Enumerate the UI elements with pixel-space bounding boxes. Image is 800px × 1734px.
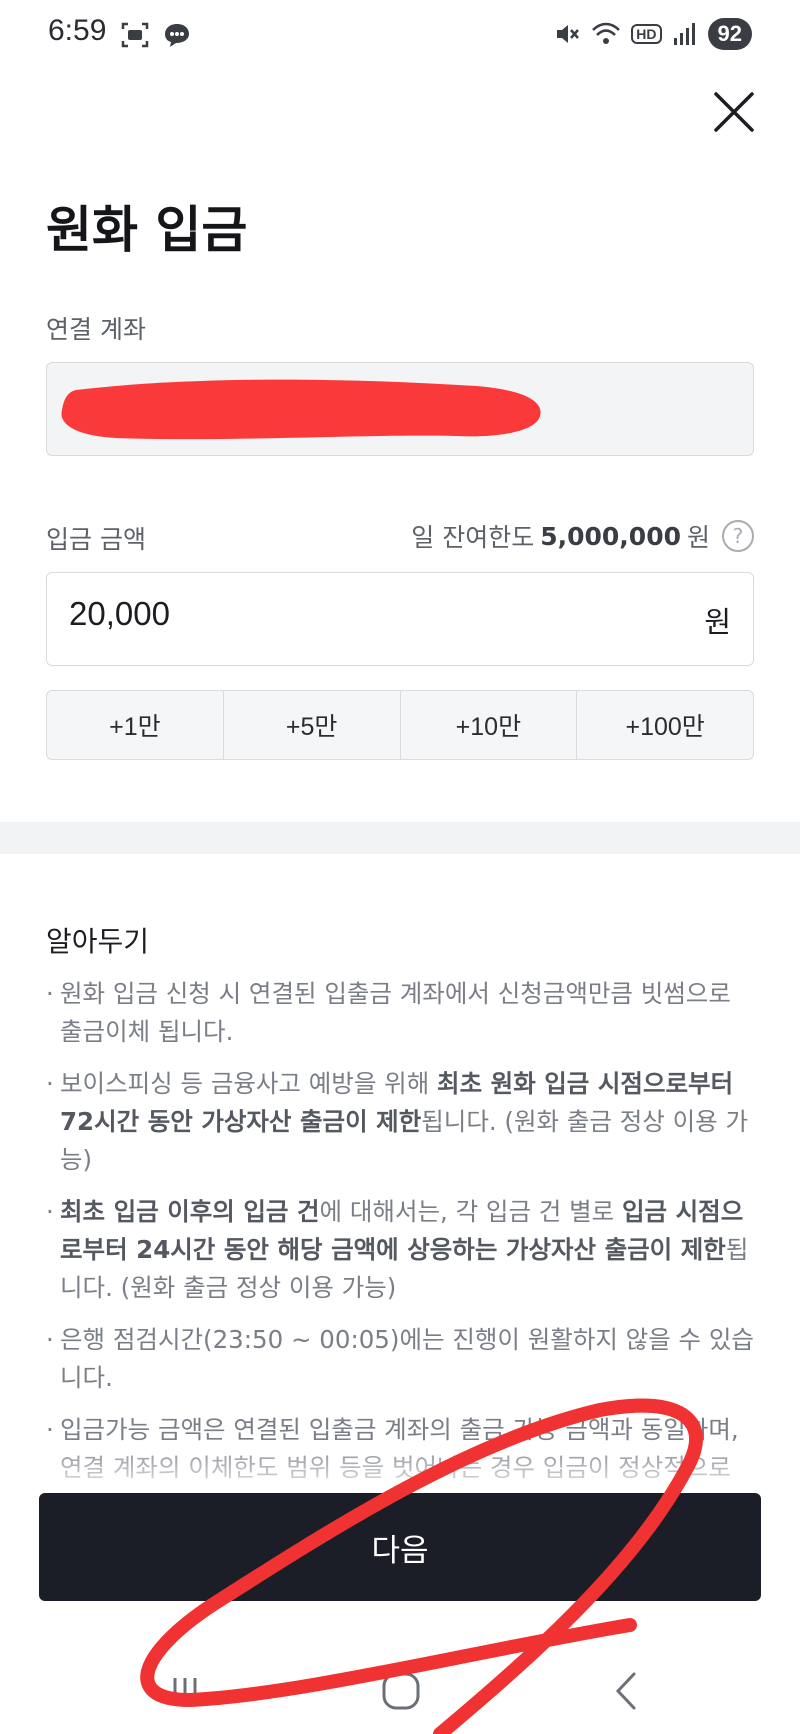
bullet: · xyxy=(46,1197,54,1226)
amount-unit: 원 xyxy=(704,605,731,639)
limit-unit: 원 xyxy=(686,523,710,552)
recent-apps-icon[interactable] xyxy=(165,1668,205,1714)
scroll-fade xyxy=(0,1440,800,1500)
notice-item: · 보이스피싱 등 금융사고 예방을 위해 최초 원화 입금 시점으로부터 72… xyxy=(46,1065,761,1179)
help-icon[interactable]: ? xyxy=(722,520,754,552)
bullet: · xyxy=(46,1325,54,1354)
notice-item: · 원화 입금 신청 시 연결된 입출금 계좌에서 신청금액만큼 빗썸으로 출금… xyxy=(46,975,761,1051)
next-button[interactable]: 다음 xyxy=(39,1493,761,1601)
status-time: 6:59 xyxy=(48,14,107,47)
notice-text: 원화 입금 신청 시 연결된 입출금 계좌에서 신청금액만큼 빗썸으로 출금이체… xyxy=(60,979,731,1046)
page-title: 원화 입금 xyxy=(46,201,248,259)
add-50k-button[interactable]: +5만 xyxy=(224,691,401,759)
system-nav-bar xyxy=(0,1650,800,1734)
screenshot-icon xyxy=(121,22,149,48)
bullet: · xyxy=(46,979,54,1008)
status-bar: 6:59 HD 92 xyxy=(0,0,800,72)
notice-item: · 은행 점검시간(23:50 ~ 00:05)에는 진행이 원활하지 않을 수… xyxy=(46,1321,761,1397)
daily-limit: 일 잔여한도 5,000,000 원 ? xyxy=(411,518,754,554)
home-icon[interactable] xyxy=(378,1668,424,1714)
quick-add-buttons: +1만 +5만 +10만 +100만 xyxy=(46,690,754,760)
chat-icon xyxy=(165,24,189,47)
limit-value: 5,000,000 xyxy=(540,521,681,551)
amount-label: 입금 금액 xyxy=(46,525,146,554)
back-icon[interactable] xyxy=(606,1668,646,1714)
add-1m-button[interactable]: +100만 xyxy=(577,691,753,759)
status-right-icons: HD 92 xyxy=(553,18,752,50)
close-button[interactable] xyxy=(704,82,764,142)
add-100k-button[interactable]: +10만 xyxy=(401,691,578,759)
notice-text: 최초 입금 이후의 입금 건에 대해서는, 각 입금 건 별로 입금 시점으로부… xyxy=(60,1197,749,1302)
close-icon xyxy=(714,92,754,132)
hd-badge: HD xyxy=(631,24,662,44)
signal-icon xyxy=(673,23,695,45)
notice-item: · 최초 입금 이후의 입금 건에 대해서는, 각 입금 건 별로 입금 시점으… xyxy=(46,1193,761,1307)
notice-title: 알아두기 xyxy=(46,925,150,958)
battery-badge: 92 xyxy=(707,18,752,50)
status-left-icons xyxy=(120,20,192,50)
account-label: 연결 계좌 xyxy=(46,315,146,344)
notice-text: 은행 점검시간(23:50 ~ 00:05)에는 진행이 원활하지 않을 수 있… xyxy=(60,1325,754,1392)
amount-input[interactable] xyxy=(69,595,569,633)
mute-icon xyxy=(557,25,580,43)
bullet: · xyxy=(46,1069,54,1098)
amount-field[interactable]: 원 xyxy=(46,572,754,666)
limit-prefix: 일 잔여한도 xyxy=(411,523,535,552)
section-divider xyxy=(0,822,800,854)
redaction-mark xyxy=(61,379,541,440)
add-10k-button[interactable]: +1만 xyxy=(47,691,224,759)
wifi-icon xyxy=(592,22,621,44)
notice-text: 보이스피싱 등 금융사고 예방을 위해 최초 원화 입금 시점으로부터 72시간… xyxy=(60,1069,748,1174)
